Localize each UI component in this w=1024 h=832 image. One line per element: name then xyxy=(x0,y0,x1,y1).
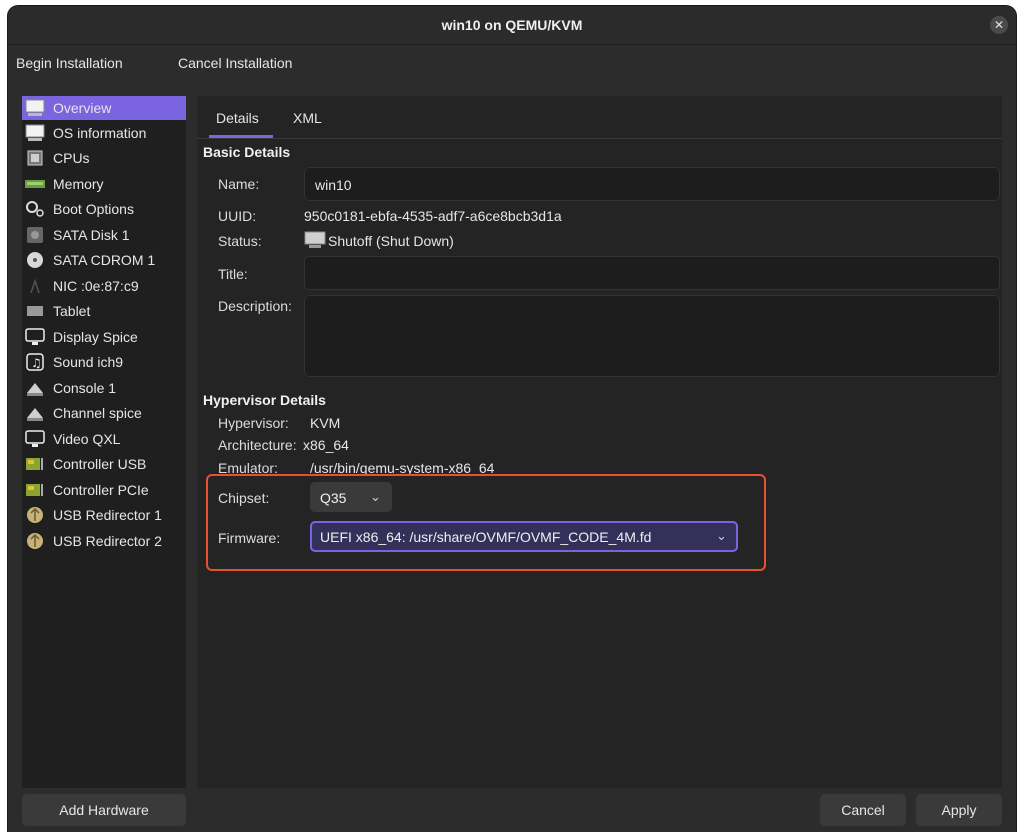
apply-button[interactable]: Apply xyxy=(916,794,1002,826)
add-hardware-label: Add Hardware xyxy=(59,802,149,818)
details-pane: Details XML Basic Details Name: win10 UU… xyxy=(197,96,1002,788)
cdrom-icon xyxy=(25,251,45,269)
controller-icon xyxy=(25,481,45,499)
sidebar-item-cpus[interactable]: CPUs xyxy=(22,146,186,170)
sidebar-item-channel-spice[interactable]: Channel spice xyxy=(22,401,186,425)
architecture-label: Architecture: xyxy=(218,437,297,453)
tab-xml[interactable]: XML xyxy=(293,110,322,126)
controller-icon xyxy=(25,455,45,473)
uuid-label: UUID: xyxy=(218,208,257,224)
window-title: win10 on QEMU/KVM xyxy=(441,17,583,33)
cancel-button[interactable]: Cancel xyxy=(820,794,906,826)
disk-icon xyxy=(25,226,45,244)
gears-icon xyxy=(25,200,45,218)
status-value: Shutoff (Shut Down) xyxy=(328,233,454,249)
name-value: win10 xyxy=(315,177,352,193)
sidebar-item-label: CPUs xyxy=(53,150,90,166)
basic-details-heading: Basic Details xyxy=(203,144,291,160)
chipset-firmware-highlight xyxy=(206,474,766,571)
sidebar-item-boot-options[interactable]: Boot Options xyxy=(22,197,186,221)
name-label: Name: xyxy=(218,176,260,192)
sidebar-item-label: Overview xyxy=(53,100,112,116)
sidebar-item-console-1[interactable]: Console 1 xyxy=(22,376,186,400)
sidebar-item-label: Controller USB xyxy=(53,456,147,472)
monitor-icon xyxy=(304,231,326,252)
sidebar-item-sound-ich9[interactable]: ♫ Sound ich9 xyxy=(22,350,186,374)
vm-details-window: win10 on QEMU/KVM ✕ Begin Installation C… xyxy=(8,6,1016,832)
channel-icon xyxy=(25,404,45,422)
sidebar-item-controller-usb[interactable]: Controller USB xyxy=(22,452,186,476)
title-field[interactable] xyxy=(304,256,1000,290)
network-icon xyxy=(25,277,45,295)
sidebar-item-label: Memory xyxy=(53,176,104,192)
sidebar-item-overview[interactable]: Overview xyxy=(22,96,186,120)
sidebar-item-label: Channel spice xyxy=(53,405,142,421)
sidebar-item-label: OS information xyxy=(53,125,147,141)
tab-bar: Details XML xyxy=(197,96,1002,139)
sidebar-item-usb-redirector-2[interactable]: USB Redirector 2 xyxy=(22,529,186,553)
title-bar: win10 on QEMU/KVM ✕ xyxy=(8,6,1016,45)
sidebar-item-label: NIC :0e:87:c9 xyxy=(53,278,139,294)
sidebar-item-label: USB Redirector 1 xyxy=(53,507,162,523)
sidebar-item-label: Video QXL xyxy=(53,431,121,447)
monitor-icon xyxy=(25,124,45,142)
status-label: Status: xyxy=(218,233,262,249)
sidebar-item-video-qxl[interactable]: Video QXL xyxy=(22,427,186,451)
title-label: Title: xyxy=(218,266,248,282)
monitor-icon xyxy=(25,99,45,117)
apply-label: Apply xyxy=(941,802,977,818)
add-hardware-button[interactable]: Add Hardware xyxy=(22,794,186,826)
sidebar-item-sata-disk-1[interactable]: SATA Disk 1 xyxy=(22,223,186,247)
svg-text:♫: ♫ xyxy=(31,356,42,370)
architecture-value: x86_64 xyxy=(303,437,349,453)
sidebar-item-os-information[interactable]: OS information xyxy=(22,121,186,145)
active-tab-indicator xyxy=(209,135,273,138)
begin-installation-button[interactable]: Begin Installation xyxy=(16,55,123,71)
sidebar-item-memory[interactable]: Memory xyxy=(22,172,186,196)
menu-bar: Begin Installation Cancel Installation xyxy=(8,45,1016,85)
sidebar-item-label: Tablet xyxy=(53,303,91,319)
usb-redirector-icon xyxy=(25,532,45,550)
cpu-icon xyxy=(25,149,45,167)
video-icon xyxy=(25,430,45,448)
sidebar-item-nic[interactable]: NIC :0e:87:c9 xyxy=(22,274,186,298)
sidebar-item-label: SATA Disk 1 xyxy=(53,227,130,243)
bottom-bar: Add Hardware Cancel Apply xyxy=(8,788,1016,832)
tab-details[interactable]: Details xyxy=(216,110,259,126)
sidebar-item-label: Console 1 xyxy=(53,380,117,396)
sidebar-item-label: Boot Options xyxy=(53,201,134,217)
sidebar-item-sata-cdrom-1[interactable]: SATA CDROM 1 xyxy=(22,248,186,272)
sidebar-item-controller-pcie[interactable]: Controller PCIe xyxy=(22,478,186,502)
sidebar-item-tablet[interactable]: Tablet xyxy=(22,299,186,323)
console-icon xyxy=(25,379,45,397)
name-field[interactable]: win10 xyxy=(304,167,1000,201)
memory-icon xyxy=(25,175,45,193)
sidebar-item-label: Display Spice xyxy=(53,329,138,345)
tablet-icon xyxy=(25,302,45,320)
sound-icon: ♫ xyxy=(25,353,45,371)
cancel-installation-button[interactable]: Cancel Installation xyxy=(178,55,292,71)
sidebar-item-usb-redirector-1[interactable]: USB Redirector 1 xyxy=(22,503,186,527)
hypervisor-value: KVM xyxy=(310,415,341,431)
description-label: Description: xyxy=(218,298,292,314)
close-icon[interactable]: ✕ xyxy=(990,16,1008,34)
description-field[interactable] xyxy=(304,295,1000,377)
uuid-value: 950c0181-ebfa-4535-adf7-a6ce8bcb3d1a xyxy=(304,208,562,224)
sidebar-item-label: Sound ich9 xyxy=(53,354,124,370)
sidebar-item-label: SATA CDROM 1 xyxy=(53,252,156,268)
hardware-list: Overview OS information CPUs Memory Boot… xyxy=(22,96,186,788)
display-icon xyxy=(25,328,45,346)
hypervisor-label: Hypervisor: xyxy=(218,415,289,431)
sidebar-item-display-spice[interactable]: Display Spice xyxy=(22,325,186,349)
usb-redirector-icon xyxy=(25,506,45,524)
hypervisor-details-heading: Hypervisor Details xyxy=(203,392,326,408)
sidebar-item-label: USB Redirector 2 xyxy=(53,533,162,549)
cancel-label: Cancel xyxy=(841,802,885,818)
sidebar-item-label: Controller PCIe xyxy=(53,482,149,498)
